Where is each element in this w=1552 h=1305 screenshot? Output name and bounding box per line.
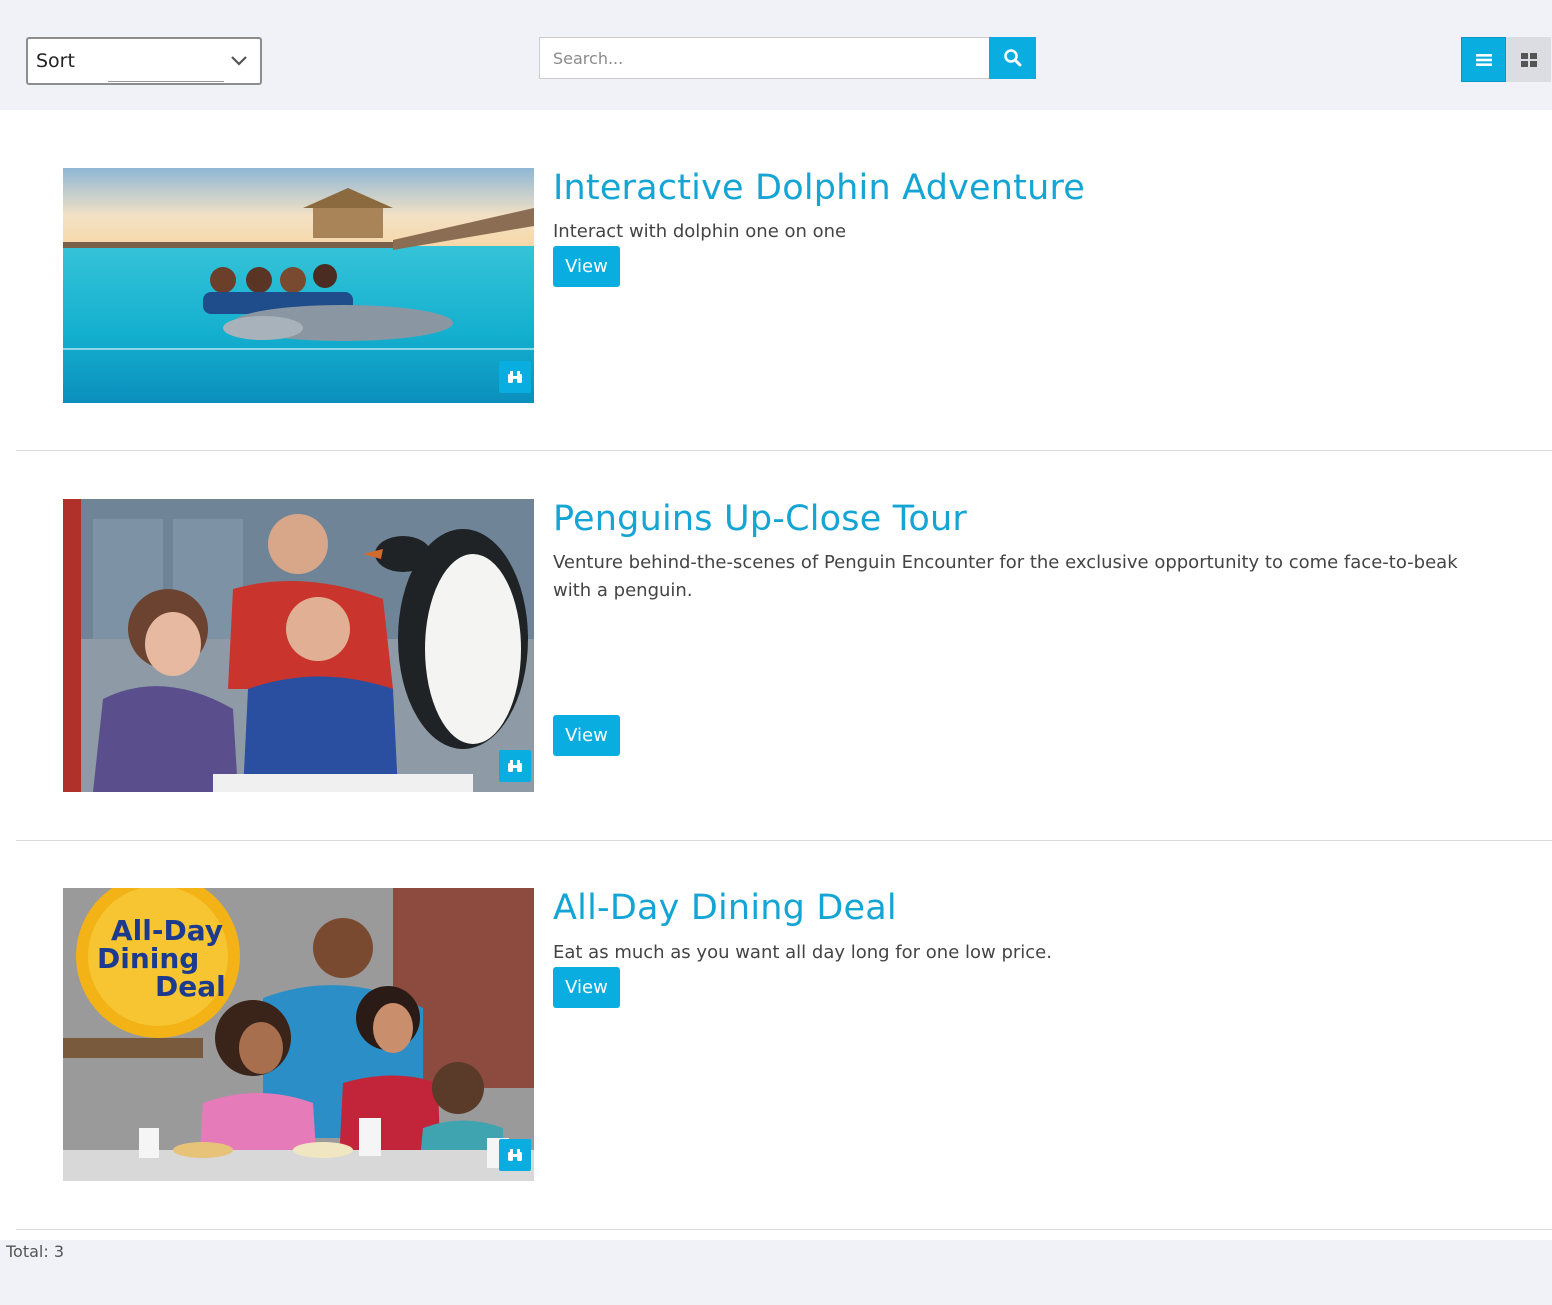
item-image-penguin[interactable]	[63, 499, 534, 792]
sort-dropdown[interactable]: Sort	[26, 37, 262, 85]
search-button[interactable]	[989, 37, 1036, 79]
results-panel: Interactive Dolphin Adventure Interact w…	[0, 110, 1552, 1240]
binoculars-icon	[508, 1149, 522, 1161]
search-icon	[1003, 49, 1021, 67]
binoculars-badge[interactable]	[499, 361, 531, 393]
sort-label: Sort	[36, 50, 75, 72]
binoculars-icon	[508, 760, 522, 772]
item-title[interactable]: All-Day Dining Deal	[553, 888, 897, 928]
item-description: Interact with dolphin one on one	[553, 221, 847, 242]
item-image-dolphin[interactable]	[63, 168, 534, 403]
grid-view-icon	[1520, 52, 1537, 67]
grid-view-button[interactable]	[1506, 37, 1551, 82]
binoculars-badge[interactable]	[499, 1139, 531, 1171]
penguin-photo	[63, 499, 534, 792]
item-description: Eat as much as you want all day long for…	[553, 942, 1052, 963]
item-image-dining[interactable]: All-Day Dining Deal	[63, 888, 534, 1181]
search-bar	[539, 37, 1036, 79]
list-item: Interactive Dolphin Adventure Interact w…	[16, 110, 1552, 451]
item-title[interactable]: Penguins Up-Close Tour	[553, 499, 967, 539]
item-title[interactable]: Interactive Dolphin Adventure	[553, 168, 1085, 208]
toolbar: Sort	[0, 0, 1552, 110]
dining-photo: All-Day Dining Deal	[63, 888, 534, 1181]
binoculars-badge[interactable]	[499, 750, 531, 782]
dolphin-photo	[63, 168, 534, 403]
list-item: Penguins Up-Close Tour Venture behind-th…	[16, 451, 1552, 841]
view-button[interactable]: View	[553, 967, 620, 1008]
chevron-down-icon	[231, 56, 247, 66]
total-count: Total: 3	[6, 1242, 65, 1261]
list-item: All-Day Dining Deal All-Day Dining Deal …	[16, 841, 1552, 1230]
view-toggle	[1461, 37, 1551, 82]
item-description: Venture behind-the-scenes of Penguin Enc…	[553, 552, 1458, 601]
list-view-icon	[1475, 53, 1492, 66]
view-button[interactable]: View	[553, 715, 620, 756]
search-input[interactable]	[539, 37, 989, 79]
view-button[interactable]: View	[553, 246, 620, 287]
binoculars-icon	[508, 371, 522, 383]
sort-underline	[108, 81, 224, 82]
list-view-button[interactable]	[1461, 37, 1506, 82]
logo-text-line3: Deal	[155, 970, 226, 1003]
